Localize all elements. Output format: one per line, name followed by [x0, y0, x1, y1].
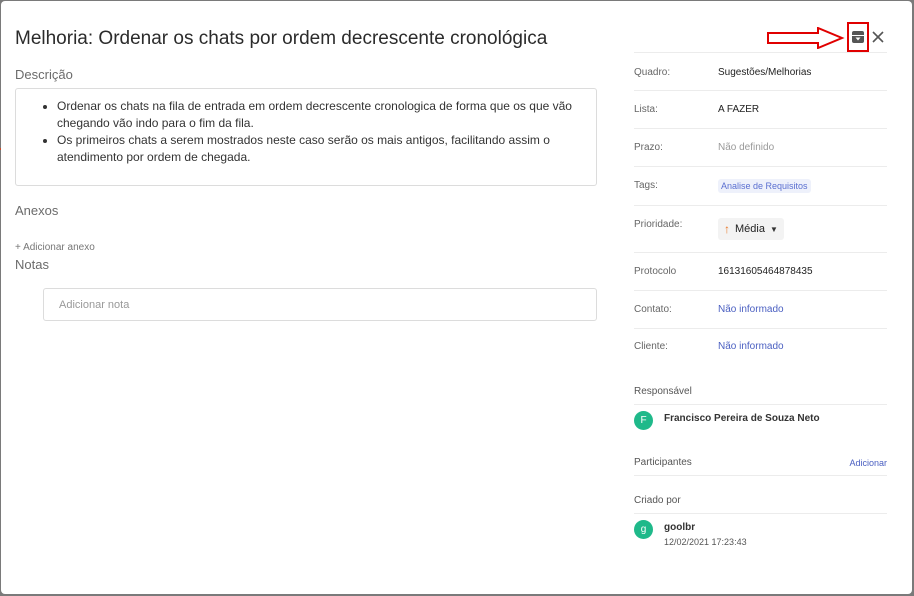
caret-down-icon: ▼ — [769, 224, 778, 234]
lista-label: Lista: — [634, 104, 658, 115]
tag-badge[interactable]: Analise de Requisitos — [718, 179, 811, 193]
cliente-label: Cliente: — [634, 341, 668, 352]
prioridade-label: Prioridade: — [634, 219, 683, 230]
responsavel-label: Responsável — [634, 386, 692, 397]
add-attachment-link[interactable]: + Adicionar anexo — [15, 242, 95, 253]
priority-dropdown[interactable]: ↑ Média ▼ — [718, 218, 784, 240]
protocolo-value: 16131605464878435 — [718, 266, 813, 277]
task-modal: Melhoria: Ordenar os chats por ordem dec… — [1, 1, 912, 594]
participantes-label: Participantes — [634, 457, 692, 468]
created-date: 12/02/2021 17:23:43 — [664, 537, 747, 547]
arrow-up-icon: ↑ — [724, 222, 730, 236]
detail-row-cliente: Cliente: Não informado — [634, 328, 887, 366]
prazo-value[interactable]: Não definido — [718, 142, 774, 153]
cliente-value[interactable]: Não informado — [718, 341, 784, 352]
description-list: Ordenar os chats na fila de entrada em o… — [39, 98, 580, 166]
descricao-label: Descrição — [15, 67, 73, 82]
prazo-label: Prazo: — [634, 142, 663, 153]
red-arrow-annotation — [767, 27, 845, 49]
quadro-label: Quadro: — [634, 67, 671, 78]
creator-name: goolbr — [664, 522, 696, 533]
divider — [634, 404, 887, 405]
notas-label: Notas — [15, 257, 49, 272]
contato-value[interactable]: Não informado — [718, 304, 784, 315]
archive-button[interactable] — [847, 22, 869, 52]
priority-value: Média — [735, 223, 765, 235]
lista-value[interactable]: A FAZER — [718, 104, 759, 115]
archive-icon — [852, 31, 864, 43]
protocolo-label: Protocolo — [634, 266, 677, 277]
description-box[interactable]: Ordenar os chats na fila de entrada em o… — [15, 88, 597, 186]
anexos-label: Anexos — [15, 203, 59, 218]
detail-row-quadro: Quadro: Sugestões/Melhorias — [634, 52, 887, 91]
page-title: Melhoria: Ordenar os chats por ordem dec… — [15, 28, 548, 49]
divider — [634, 475, 887, 476]
detail-row-tags: Tags: Analise de Requisitos — [634, 166, 887, 206]
add-participant-link[interactable]: Adicionar — [849, 458, 887, 468]
detail-row-lista: Lista: A FAZER — [634, 90, 887, 129]
note-input[interactable] — [43, 288, 597, 321]
detail-row-prioridade: Prioridade: ↑ Média ▼ — [634, 205, 887, 253]
detail-row-protocolo: Protocolo 16131605464878435 — [634, 252, 887, 290]
responsavel-name[interactable]: Francisco Pereira de Souza Neto — [664, 413, 820, 424]
detail-row-prazo: Prazo: Não definido — [634, 128, 887, 167]
detail-row-contato: Contato: Não informado — [634, 290, 887, 328]
close-icon[interactable] — [869, 28, 887, 46]
divider — [634, 513, 887, 514]
contato-label: Contato: — [634, 304, 672, 315]
criado-por-label: Criado por — [634, 495, 681, 506]
description-item: Ordenar os chats na fila de entrada em o… — [57, 98, 580, 132]
avatar: F — [634, 411, 653, 430]
avatar: g — [634, 520, 653, 539]
tags-label: Tags: — [634, 180, 658, 191]
description-item: Os primeiros chats a serem mostrados nes… — [57, 132, 580, 166]
quadro-value[interactable]: Sugestões/Melhorias — [718, 67, 811, 78]
